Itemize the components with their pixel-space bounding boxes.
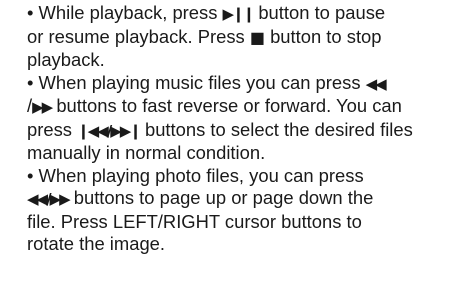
text-segment: • When playing photo files, you can pres… bbox=[27, 164, 364, 186]
text-line: or resume playback. Press ■ button to st… bbox=[5, 26, 459, 50]
text-line: • When playing music files you can press… bbox=[5, 72, 459, 96]
text-line: rotate the image. bbox=[5, 233, 459, 256]
text-line: /▶▶ buttons to fast reverse or forward. … bbox=[5, 95, 459, 119]
text-segment: button to pause bbox=[253, 2, 386, 23]
text-segment: manually in normal condition. bbox=[27, 142, 266, 163]
text-line: ◀◀/▶▶ buttons to page up or page down th… bbox=[5, 187, 459, 211]
text-line: playback. bbox=[5, 49, 459, 72]
text-segment: button to stop bbox=[264, 25, 382, 47]
paragraph-playback: • While playback, press ▶❙❙ button to pa… bbox=[5, 2, 459, 72]
text-line: file. Press LEFT/RIGHT cursor buttons to bbox=[5, 211, 459, 234]
text-segment: press bbox=[27, 118, 78, 140]
manual-text: • While playback, press ▶❙❙ button to pa… bbox=[5, 2, 459, 256]
text-segment: playback. bbox=[27, 49, 105, 70]
text-line: • When playing photo files, you can pres… bbox=[5, 165, 459, 188]
skip-prev-next-icon: ❙◀◀/▶▶❙ bbox=[77, 121, 142, 140]
paragraph-music: • When playing music files you can press… bbox=[5, 72, 459, 165]
text-segment: • While playback, press bbox=[27, 2, 223, 23]
text-segment: buttons to fast reverse or forward. You … bbox=[51, 95, 402, 116]
text-segment: or resume playback. Press bbox=[27, 25, 250, 47]
text-segment: file. Press LEFT/RIGHT cursor buttons to bbox=[27, 210, 362, 232]
page-up-down-icon: ◀◀/▶▶ bbox=[27, 190, 71, 208]
fast-reverse-icon: ◀◀ bbox=[365, 74, 387, 93]
play-pause-icon: ▶❙❙ bbox=[222, 5, 256, 23]
text-segment: • When playing music files you can press bbox=[27, 71, 366, 93]
text-segment: rotate the image. bbox=[27, 233, 166, 254]
text-segment: buttons to select the desired files bbox=[139, 118, 413, 140]
text-line: • While playback, press ▶❙❙ button to pa… bbox=[5, 2, 459, 26]
stop-icon: ■ bbox=[249, 27, 265, 47]
paragraph-photo: • When playing photo files, you can pres… bbox=[5, 165, 459, 256]
fast-forward-icon: ▶▶ bbox=[32, 98, 53, 116]
text-line: press ❙◀◀/▶▶❙ buttons to select the desi… bbox=[5, 119, 459, 143]
text-segment: buttons to page up or page down the bbox=[68, 187, 374, 208]
text-line: manually in normal condition. bbox=[5, 142, 459, 165]
